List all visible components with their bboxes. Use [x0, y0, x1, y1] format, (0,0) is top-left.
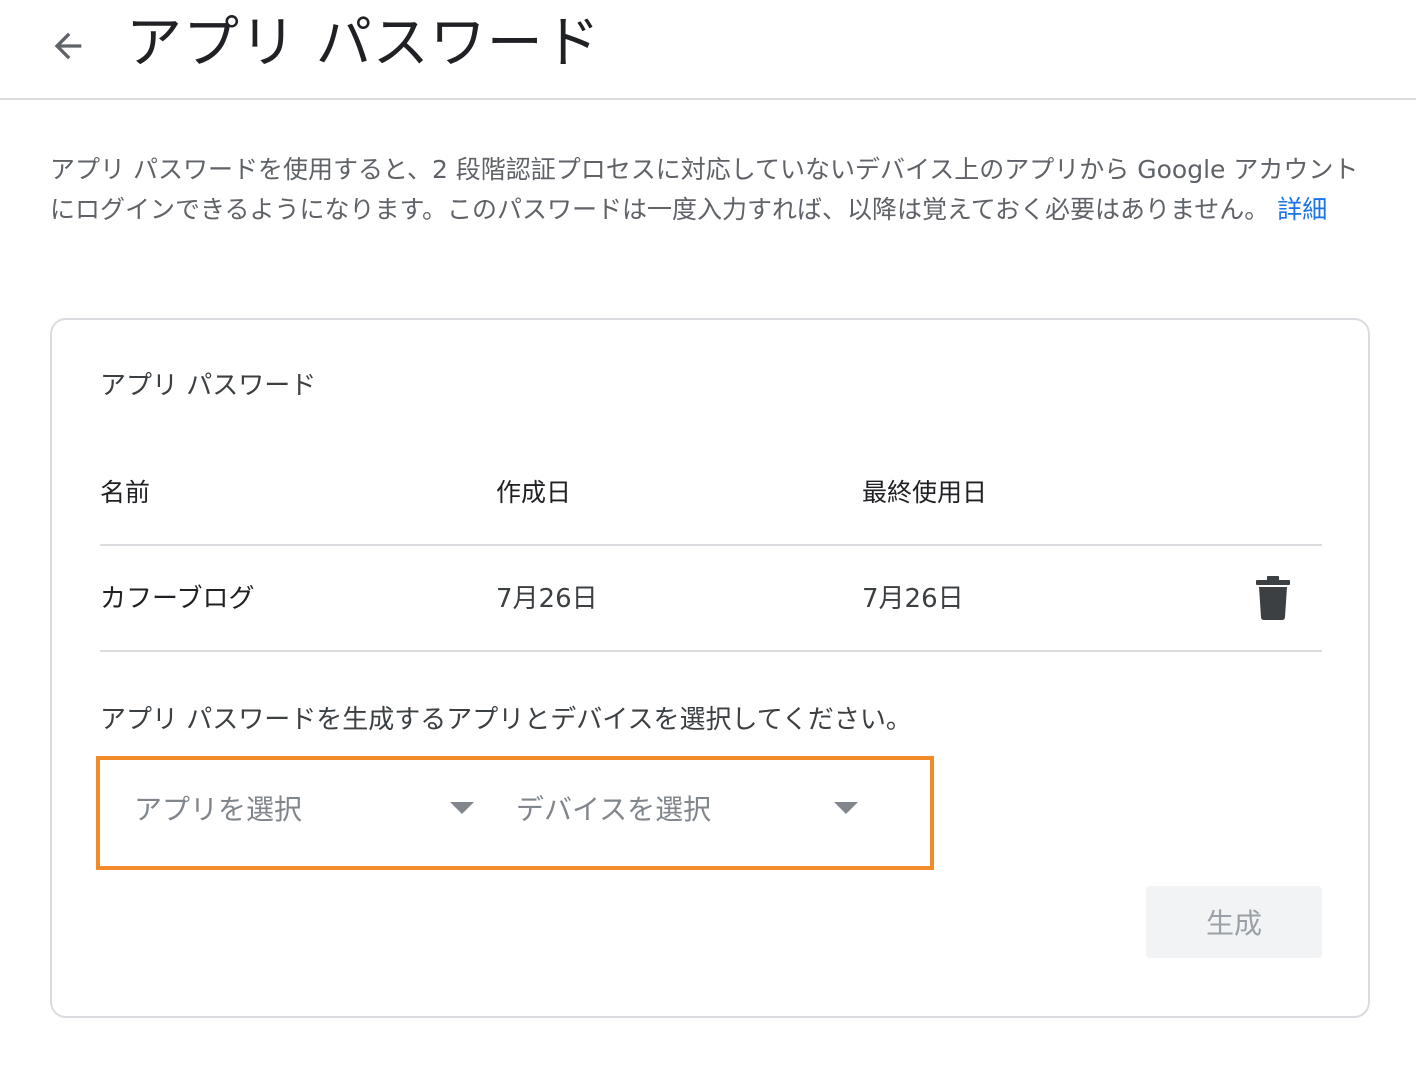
app-select-label: アプリを選択: [134, 793, 303, 826]
page-title: アプリ パスワード: [126, 11, 601, 76]
dropdown-arrow-icon: [834, 802, 858, 814]
back-button[interactable]: [44, 22, 92, 70]
generate-button[interactable]: 生成: [1146, 886, 1322, 958]
page-header: アプリ パスワード: [0, 0, 1416, 100]
column-header-last-used: 最終使用日: [862, 478, 988, 507]
column-header-name: 名前: [100, 478, 151, 507]
table-divider-bottom: [100, 650, 1322, 652]
intro-description: アプリ パスワードを使用すると、2 段階認証プロセスに対応していないデバイス上の…: [50, 155, 1359, 224]
row-name: カフーブログ: [100, 584, 255, 614]
arrow-back-icon: [54, 32, 82, 60]
table-divider-top: [100, 544, 1322, 546]
app-select-dropdown[interactable]: アプリを選択: [134, 784, 476, 832]
intro-text: アプリ パスワードを使用すると、2 段階認証プロセスに対応していないデバイス上の…: [50, 150, 1380, 230]
select-prompt: アプリ パスワードを生成するアプリとデバイスを選択してください。: [100, 705, 912, 735]
row-created: 7月26日: [496, 584, 598, 614]
app-passwords-card: アプリ パスワード 名前 作成日 最終使用日 カフーブログ 7月26日 7月26…: [50, 318, 1370, 1018]
device-select-label: デバイスを選択: [516, 793, 712, 826]
card-title: アプリ パスワード: [100, 371, 317, 401]
trash-icon: [1256, 576, 1290, 620]
column-header-created: 作成日: [496, 478, 572, 507]
delete-button[interactable]: [1256, 576, 1290, 620]
device-select-dropdown[interactable]: デバイスを選択: [516, 784, 862, 832]
learn-more-link[interactable]: 詳細: [1277, 195, 1327, 224]
dropdown-arrow-icon: [450, 802, 474, 814]
row-last-used: 7月26日: [862, 584, 964, 614]
